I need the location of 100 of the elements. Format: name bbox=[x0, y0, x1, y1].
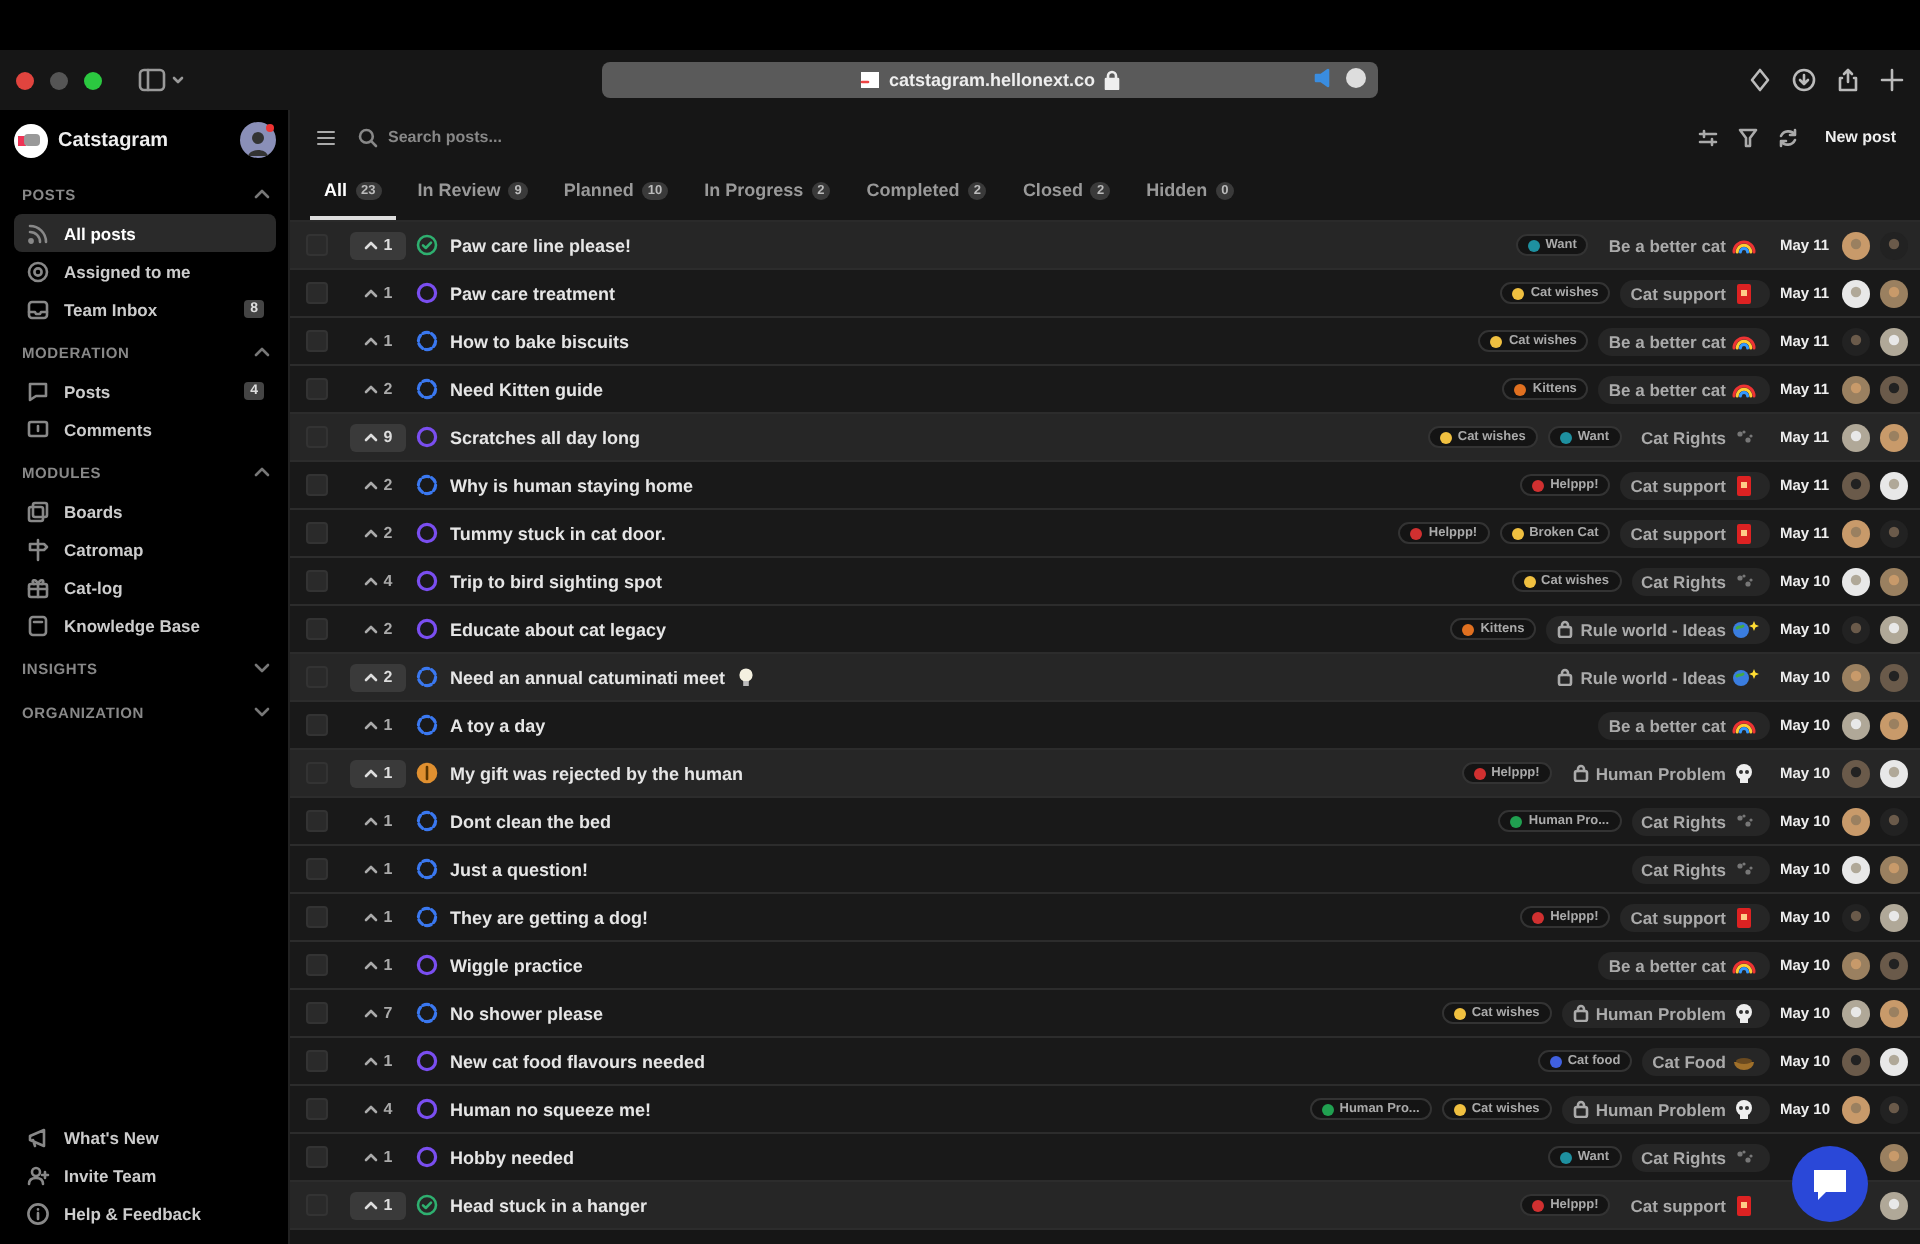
upvote-button[interactable]: 1 bbox=[350, 855, 406, 883]
user-avatar[interactable] bbox=[1880, 855, 1908, 883]
user-avatar[interactable] bbox=[1880, 279, 1908, 307]
row-checkbox[interactable] bbox=[306, 1050, 328, 1072]
row-checkbox[interactable] bbox=[306, 330, 328, 352]
minimize-window-button[interactable] bbox=[50, 71, 68, 89]
search-field[interactable]: Search posts... bbox=[388, 128, 688, 146]
nav-item[interactable]: Help & Feedback bbox=[14, 1194, 276, 1232]
user-avatar[interactable] bbox=[240, 122, 276, 158]
filter-icon[interactable] bbox=[1736, 125, 1761, 149]
post-title[interactable]: Dont clean the bed bbox=[450, 811, 612, 831]
close-window-button[interactable] bbox=[16, 71, 34, 89]
collapse-chevron-icon[interactable] bbox=[252, 184, 272, 204]
user-avatar[interactable] bbox=[1842, 999, 1870, 1027]
upvote-button[interactable]: 2 bbox=[350, 471, 406, 499]
nav-item[interactable]: All posts bbox=[14, 214, 276, 252]
post-title[interactable]: A toy a day bbox=[450, 715, 546, 735]
row-checkbox[interactable] bbox=[306, 714, 328, 736]
upvote-button[interactable]: 1 bbox=[350, 951, 406, 979]
user-avatar[interactable] bbox=[1880, 423, 1908, 451]
user-avatar[interactable] bbox=[1842, 423, 1870, 451]
new-tab-icon[interactable] bbox=[1880, 68, 1904, 92]
user-avatar[interactable] bbox=[1880, 1143, 1908, 1171]
collapse-chevron-icon[interactable] bbox=[252, 462, 272, 482]
row-checkbox[interactable] bbox=[306, 1002, 328, 1024]
user-avatar[interactable] bbox=[1880, 759, 1908, 787]
post-title[interactable]: Educate about cat legacy bbox=[450, 619, 667, 639]
user-avatar[interactable] bbox=[1880, 903, 1908, 931]
share-icon[interactable] bbox=[1836, 68, 1860, 92]
sliders-icon[interactable] bbox=[1696, 125, 1721, 149]
nav-item[interactable]: Invite Team bbox=[14, 1156, 276, 1194]
user-avatar[interactable] bbox=[1842, 279, 1870, 307]
nav-item[interactable]: Knowledge Base bbox=[14, 606, 276, 644]
user-avatar[interactable] bbox=[1880, 999, 1908, 1027]
nav-item[interactable]: Catromap bbox=[14, 530, 276, 568]
user-avatar[interactable] bbox=[1842, 855, 1870, 883]
row-checkbox[interactable] bbox=[306, 522, 328, 544]
user-avatar[interactable] bbox=[1842, 231, 1870, 259]
user-avatar[interactable] bbox=[1880, 327, 1908, 355]
post-title[interactable]: They are getting a dog! bbox=[450, 907, 649, 927]
post-title[interactable]: Why is human staying home bbox=[450, 475, 694, 495]
nav-item[interactable]: Assigned to me bbox=[14, 252, 276, 290]
user-avatar[interactable] bbox=[1842, 375, 1870, 403]
user-avatar[interactable] bbox=[1842, 807, 1870, 835]
upvote-button[interactable]: 1 bbox=[350, 1143, 406, 1171]
user-avatar[interactable] bbox=[1842, 711, 1870, 739]
upvote-button[interactable]: 1 bbox=[350, 903, 406, 931]
upvote-button[interactable]: 1 bbox=[350, 1047, 406, 1075]
row-checkbox[interactable] bbox=[306, 1146, 328, 1168]
download-icon[interactable] bbox=[1792, 68, 1816, 92]
refresh-icon[interactable] bbox=[1776, 125, 1801, 149]
row-checkbox[interactable] bbox=[306, 618, 328, 640]
upvote-button[interactable]: 1 bbox=[350, 807, 406, 835]
upvote-button[interactable]: 4 bbox=[350, 567, 406, 595]
row-checkbox[interactable] bbox=[306, 954, 328, 976]
user-avatar[interactable] bbox=[1842, 567, 1870, 595]
post-title[interactable]: How to bake biscuits bbox=[450, 331, 630, 351]
new-post-button[interactable]: New post bbox=[1816, 122, 1904, 152]
nav-item[interactable]: What's New bbox=[14, 1118, 276, 1156]
collapse-chevron-icon[interactable] bbox=[252, 342, 272, 362]
row-checkbox[interactable] bbox=[306, 906, 328, 928]
upvote-button[interactable]: 1 bbox=[350, 327, 406, 355]
upvote-button[interactable]: 2 bbox=[350, 375, 406, 403]
zoom-window-button[interactable] bbox=[84, 71, 102, 89]
post-title[interactable]: New cat food flavours needed bbox=[450, 1051, 706, 1071]
upvote-button[interactable]: 1 bbox=[350, 711, 406, 739]
post-title[interactable]: No shower please bbox=[450, 1003, 604, 1023]
upvote-button[interactable]: 1 bbox=[350, 1191, 406, 1219]
post-title[interactable]: Scratches all day long bbox=[450, 427, 641, 447]
user-avatar[interactable] bbox=[1880, 711, 1908, 739]
post-title[interactable]: Paw care line please! bbox=[450, 235, 632, 255]
chat-button[interactable] bbox=[1792, 1146, 1868, 1222]
post-title[interactable]: Need Kitten guide bbox=[450, 379, 604, 399]
row-checkbox[interactable] bbox=[306, 474, 328, 496]
post-title[interactable]: Wiggle practice bbox=[450, 955, 583, 975]
user-avatar[interactable] bbox=[1880, 567, 1908, 595]
upvote-button[interactable]: 1 bbox=[350, 759, 406, 787]
upvote-button[interactable]: 1 bbox=[350, 231, 406, 259]
upvote-button[interactable]: 7 bbox=[350, 999, 406, 1027]
address-bar[interactable]: catstagram.hellonext.co bbox=[602, 62, 1378, 98]
user-avatar[interactable] bbox=[1842, 951, 1870, 979]
user-avatar[interactable] bbox=[1842, 519, 1870, 547]
user-avatar[interactable] bbox=[1880, 1191, 1908, 1219]
user-avatar[interactable] bbox=[1880, 1047, 1908, 1075]
post-title[interactable]: Paw care treatment bbox=[450, 283, 616, 303]
user-avatar[interactable] bbox=[1842, 1095, 1870, 1123]
expand-chevron-icon[interactable] bbox=[252, 658, 272, 678]
menu-icon[interactable] bbox=[314, 125, 338, 149]
upvote-button[interactable]: 1 bbox=[350, 279, 406, 307]
post-title[interactable]: Trip to bird sighting spot bbox=[450, 571, 662, 591]
post-title[interactable]: Head stuck in a hanger bbox=[450, 1195, 648, 1215]
sidebar-toggle-icon[interactable] bbox=[138, 68, 166, 92]
upvote-button[interactable]: 2 bbox=[350, 519, 406, 547]
row-checkbox[interactable] bbox=[306, 858, 328, 880]
user-avatar[interactable] bbox=[1880, 471, 1908, 499]
post-title[interactable]: Hobby needed bbox=[450, 1147, 575, 1167]
upvote-button[interactable]: 4 bbox=[350, 1095, 406, 1123]
expand-chevron-icon[interactable] bbox=[252, 702, 272, 722]
row-checkbox[interactable] bbox=[306, 378, 328, 400]
row-checkbox[interactable] bbox=[306, 282, 328, 304]
